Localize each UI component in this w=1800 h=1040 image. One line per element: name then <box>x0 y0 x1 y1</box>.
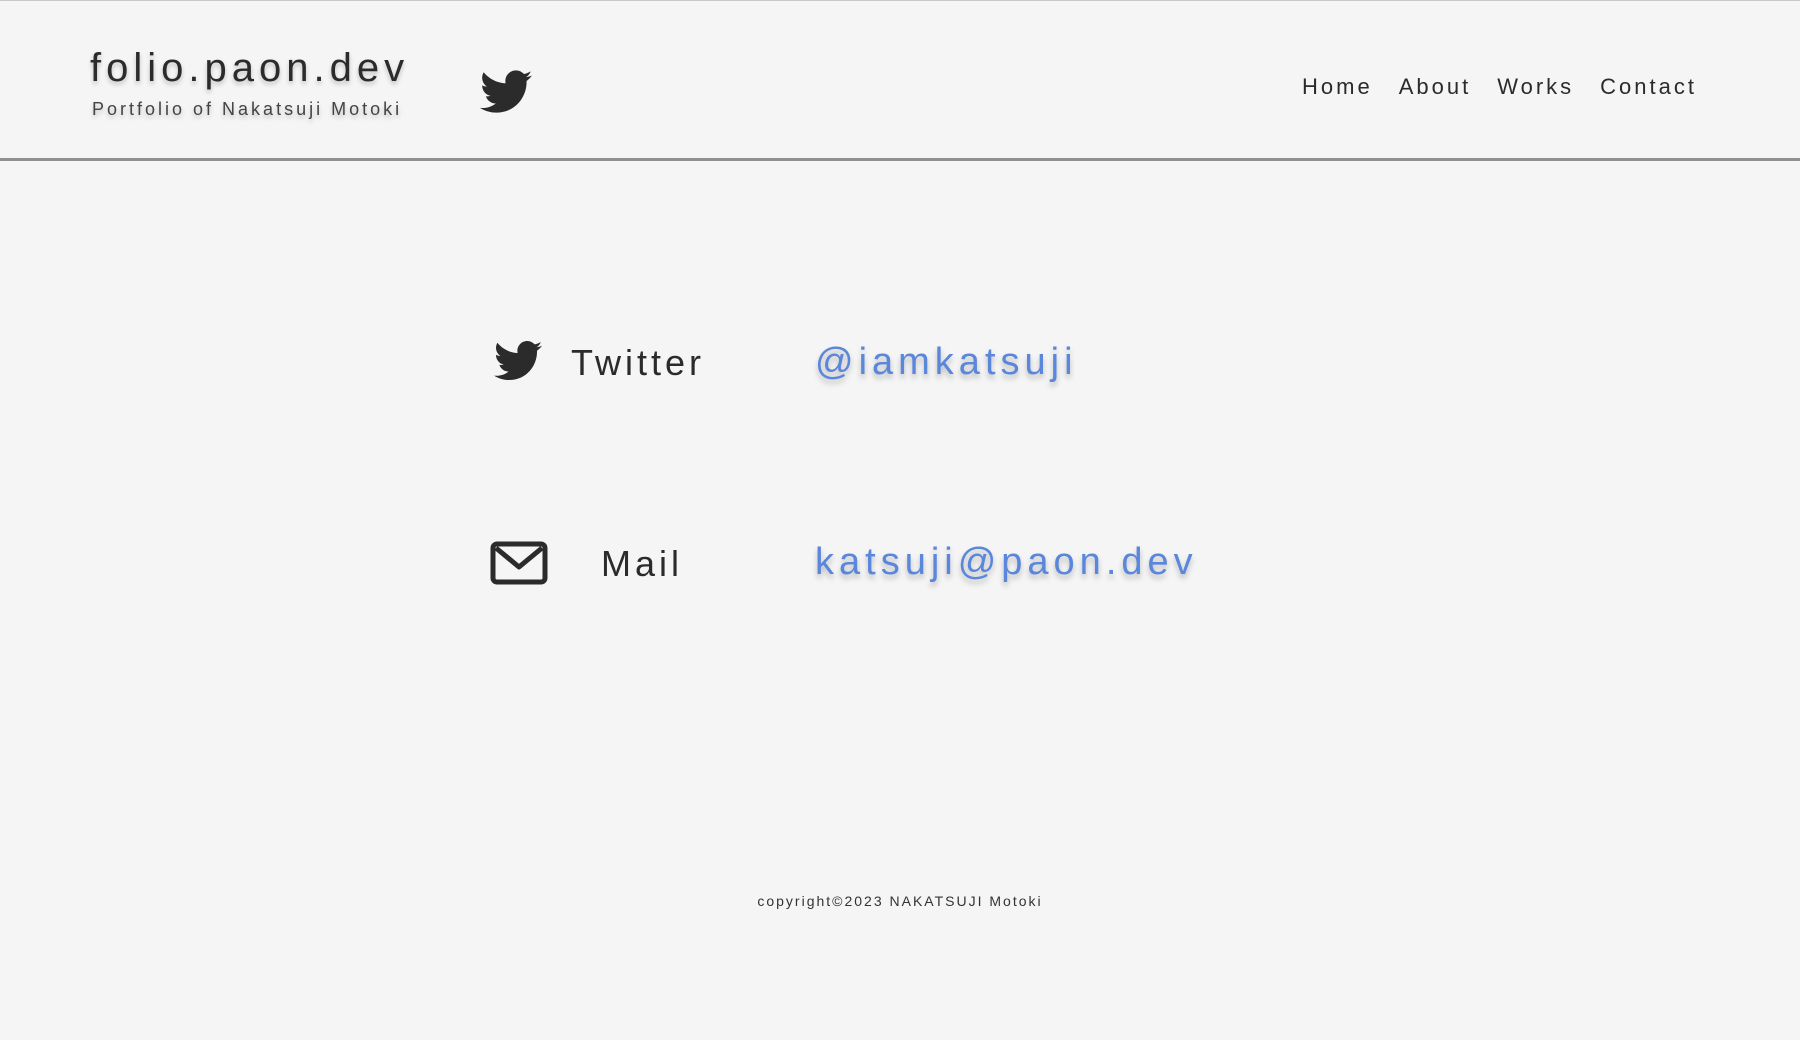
nav-works[interactable]: Works <box>1497 74 1574 100</box>
twitter-bird-icon <box>494 341 542 380</box>
site-brand-link[interactable]: folio.paon.dev Portfolio of Nakatsuji Mo… <box>90 43 409 120</box>
twitter-bird-icon <box>480 70 532 113</box>
mail-address-link[interactable]: katsuji@paon.dev <box>815 537 1198 587</box>
contact-label-twitter: Twitter <box>571 342 706 383</box>
site-footer: copyright©2023 NAKATSUJI Motoki <box>0 893 1800 909</box>
mail-icon <box>490 541 548 585</box>
contact-row-mail: Mail katsuji@paon.dev <box>0 531 1800 601</box>
page: folio.paon.dev Portfolio of Nakatsuji Mo… <box>0 0 1800 1040</box>
twitter-handle-link[interactable]: @iamkatsuji <box>815 337 1078 387</box>
site-header: folio.paon.dev Portfolio of Nakatsuji Mo… <box>0 1 1800 161</box>
nav-home[interactable]: Home <box>1302 74 1373 100</box>
contact-label-mail: Mail <box>601 543 684 584</box>
nav-contact[interactable]: Contact <box>1600 74 1697 100</box>
site-title: folio.paon.dev <box>90 46 410 90</box>
contact-row-twitter: Twitter @iamkatsuji <box>0 331 1800 401</box>
nav-about[interactable]: About <box>1399 74 1472 100</box>
site-subtitle: Portfolio of Nakatsuji Motoki <box>92 99 403 119</box>
header-twitter-link[interactable] <box>480 69 532 115</box>
copyright-text: copyright©2023 NAKATSUJI Motoki <box>757 893 1043 909</box>
main-nav: Home About Works Contact <box>1302 74 1697 100</box>
